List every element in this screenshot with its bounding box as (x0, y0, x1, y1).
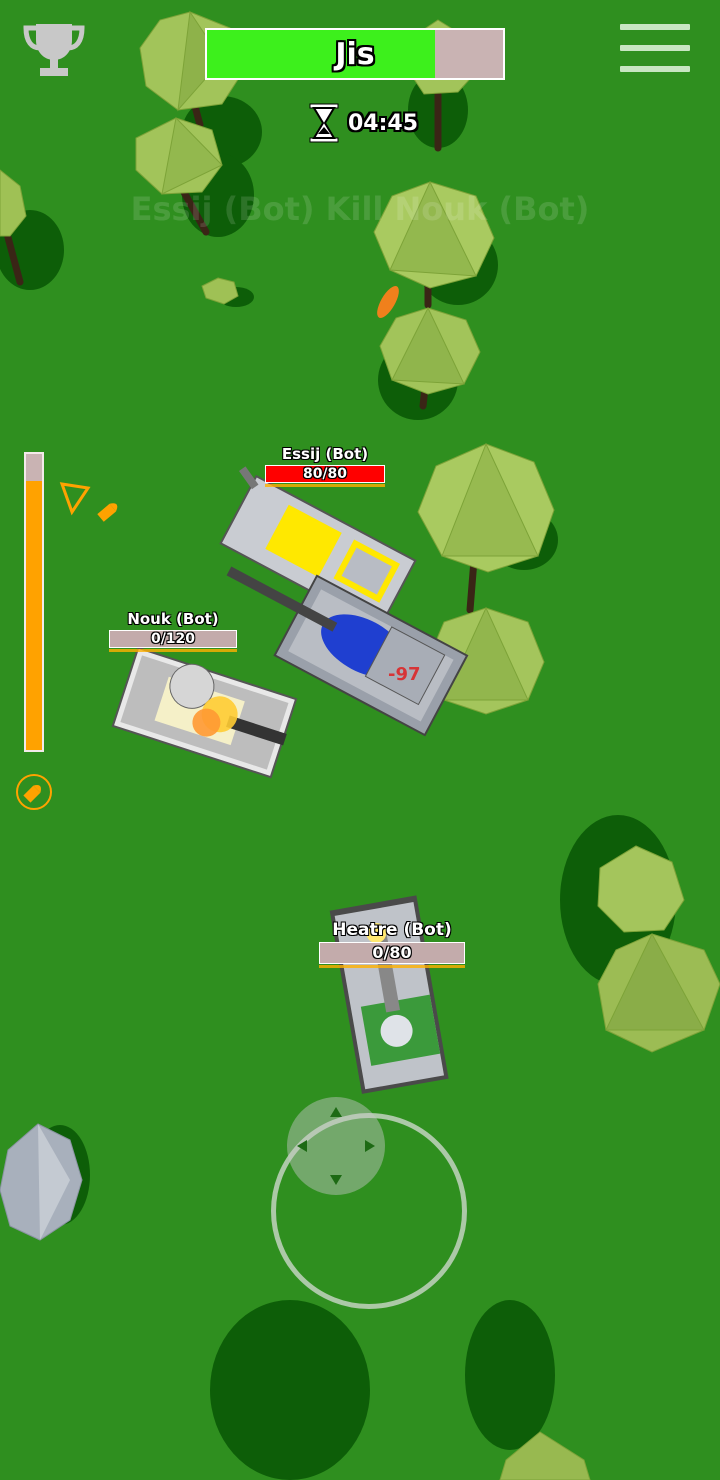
bullet-icon (16, 774, 52, 810)
enemy-nameplate: Heatre (Bot) 0/80 (319, 920, 465, 968)
enemy-health-bar: 0/120 (109, 630, 237, 648)
enemy-nameplate: Essij (Bot) 80/80 (265, 445, 385, 487)
enemy-health-text: 0/120 (150, 631, 196, 647)
reload-button[interactable] (14, 772, 54, 812)
enemy-name: Heatre (Bot) (332, 920, 452, 940)
hourglass-icon (309, 103, 339, 143)
match-timer: 04:45 (308, 103, 418, 143)
kill-feed-message: Essij (Bot) Kill Nouk (Bot) (130, 190, 590, 228)
ammo-gauge (24, 452, 44, 752)
timer-value: 04:45 (348, 110, 419, 136)
leaderboard-button[interactable] (22, 20, 86, 80)
menu-button[interactable] (620, 24, 690, 76)
enemy-health-text: 0/80 (372, 943, 412, 962)
enemy-health-text: 80/80 (302, 466, 348, 482)
enemy-health-bar: 80/80 (265, 465, 385, 483)
ammo-direction-indicator (59, 482, 118, 522)
enemy-name: Essij (Bot) (281, 445, 369, 463)
enemy-name: Nouk (Bot) (127, 610, 219, 628)
ammo-gauge-fill (26, 480, 42, 750)
trophy-icon (23, 24, 85, 76)
joystick-knob[interactable] (287, 1097, 385, 1195)
enemy-nameplate: Nouk (Bot) 0/120 (109, 610, 237, 652)
dpad-arrows-icon (297, 1107, 375, 1185)
player-health-bar: Jis (205, 28, 505, 80)
player-name: Jis (335, 36, 375, 72)
hamburger-menu-icon (620, 24, 690, 30)
damage-popup: -97 (388, 664, 421, 685)
enemy-health-bar: 0/80 (319, 942, 465, 964)
bullet-icon (97, 503, 118, 522)
